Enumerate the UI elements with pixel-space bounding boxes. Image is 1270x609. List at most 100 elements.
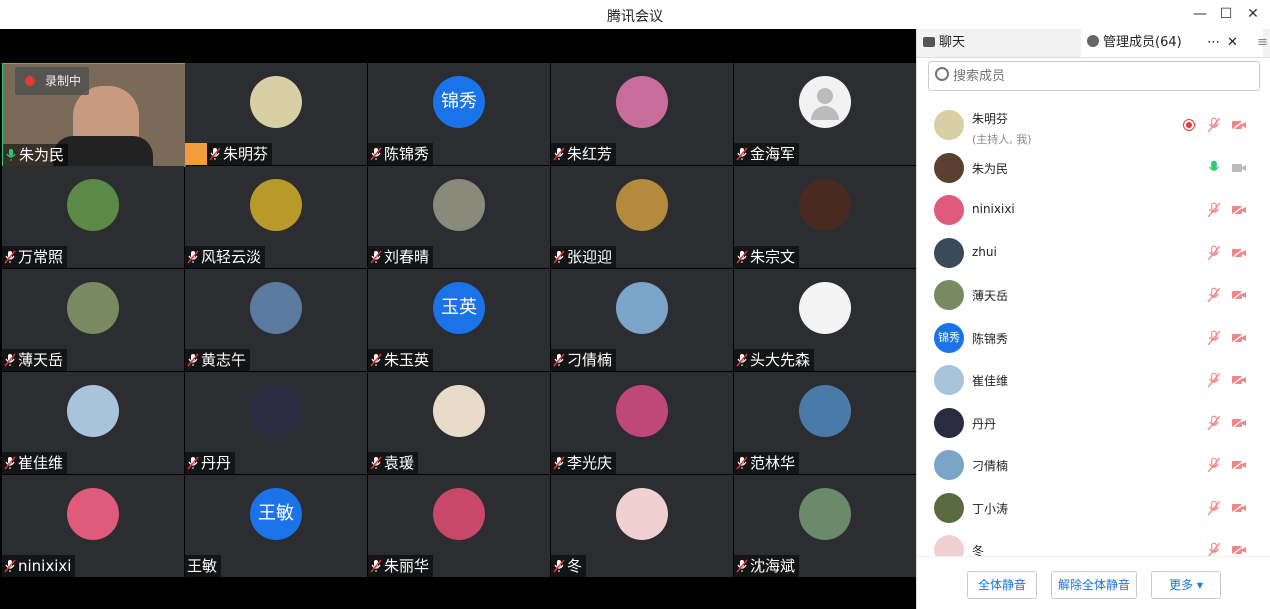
video-tile[interactable]: 金海军 [734,63,916,165]
close-panel-icon[interactable]: ✕ [1227,29,1238,57]
member-controls [1183,330,1253,348]
participant-name-tag: 丹丹 [185,452,236,474]
video-tile[interactable]: 范林华 [734,372,916,474]
camera-off-icon[interactable] [1231,374,1247,386]
video-tile[interactable]: 袁瑗 [368,372,550,474]
participant-name-tag: 黄志午 [185,349,251,371]
mic-muted-icon[interactable] [1207,372,1221,388]
member-row[interactable]: 朱明芬 (主持人, 我) [917,105,1270,147]
minimize-button[interactable]: — [1190,4,1210,24]
mic-muted-icon [736,147,748,161]
title-bar: 腾讯会议 — ☐ ✕ [0,0,1270,29]
more-options-icon[interactable]: ⋯ [1207,29,1220,57]
participant-avatar [799,179,851,231]
member-row[interactable]: 锦秀 陈锦秀 [917,318,1270,360]
member-row[interactable]: 丁小涛 [917,488,1270,530]
video-tile[interactable]: 风轻云淡 [185,166,367,268]
camera-off-icon[interactable] [1231,247,1247,259]
video-tile[interactable]: 崔佳维 [2,372,184,474]
mic-muted-icon[interactable] [1207,287,1221,303]
mic-muted-icon[interactable] [1207,202,1221,218]
mic-muted-icon[interactable] [1207,330,1221,346]
video-tile[interactable]: 朱明芬 [185,63,367,165]
recording-indicator[interactable]: 录制中 [15,67,89,95]
video-tile[interactable]: 万常照 [2,166,184,268]
participant-avatar: 玉英 [433,282,485,334]
member-row[interactable]: 丹丹 [917,403,1270,445]
video-tile[interactable]: 朱宗文 [734,166,916,268]
mic-muted-icon [187,250,199,264]
mute-all-button[interactable]: 全体静音 [967,571,1037,599]
video-tile[interactable]: 玉英 朱玉英 [368,269,550,371]
mic-muted-icon [553,559,565,573]
video-tile[interactable]: 朱丽华 [368,475,550,577]
mic-muted-icon[interactable] [1207,500,1221,516]
mic-muted-icon[interactable] [1207,117,1221,133]
member-name: zhui [972,244,997,259]
mic-muted-icon [209,147,221,161]
tab-chat[interactable]: 聊天 [923,29,965,57]
video-tile[interactable]: 刘春晴 [368,166,550,268]
video-tile[interactable]: 朱红芳 [551,63,733,165]
participant-name-tag: 袁瑗 [368,452,419,474]
video-tile[interactable]: 薄天岳 [2,269,184,371]
video-tile[interactable]: 李光庆 [551,372,733,474]
member-row[interactable]: zhui [917,233,1270,275]
camera-off-icon[interactable] [1231,544,1247,556]
participant-name-tag: 刁倩楠 [551,349,617,371]
window-title: 腾讯会议 [607,9,663,25]
video-tile[interactable]: 黄志午 [185,269,367,371]
mic-muted-icon [370,353,382,367]
participant-name: 王敏 [187,557,218,575]
mic-on-icon[interactable] [1207,160,1221,176]
mic-muted-icon[interactable] [1207,245,1221,261]
member-row[interactable]: 薄天岳 [917,275,1270,317]
member-name: 冬 [972,544,985,557]
member-row[interactable]: 冬 [917,530,1270,557]
participant-avatar [250,282,302,334]
maximize-button[interactable]: ☐ [1216,4,1236,24]
mic-muted-icon [370,559,382,573]
member-search[interactable] [928,61,1260,91]
video-tile[interactable]: 冬 [551,475,733,577]
tab-members-label: 管理成员(64) [1103,35,1182,50]
camera-off-icon[interactable] [1231,204,1247,216]
member-controls [1183,457,1253,475]
member-row[interactable]: ninixixi [917,190,1270,232]
search-input[interactable] [951,66,1255,86]
video-tile[interactable]: 沈海斌 [734,475,916,577]
camera-off-icon[interactable] [1231,417,1247,429]
mic-muted-icon[interactable] [1207,415,1221,431]
video-tile[interactable]: 王敏 王敏 [185,475,367,577]
camera-off-icon[interactable] [1231,289,1247,301]
close-button[interactable]: ✕ [1243,4,1263,24]
more-button[interactable]: 更多 ▾ [1151,571,1221,599]
menu-icon[interactable]: ≡ [1257,29,1268,57]
member-controls [1183,160,1253,178]
video-tile[interactable]: 刁倩楠 [551,269,733,371]
participant-name-tag: 朱宗文 [734,246,800,268]
unmute-all-button[interactable]: 解除全体静音 [1051,571,1137,599]
mic-muted-icon[interactable] [1207,542,1221,557]
member-avatar [934,407,964,438]
tab-members[interactable]: 管理成员(64) ⋯ ✕ [1081,29,1263,57]
member-row[interactable]: 刁倩楠 [917,445,1270,487]
mic-muted-icon [553,353,565,367]
video-tile[interactable]: 头大先森 [734,269,916,371]
recording-label: 录制中 [45,74,82,88]
member-row[interactable]: 崔佳维 [917,360,1270,402]
mic-muted-icon[interactable] [1207,457,1221,473]
member-avatar [934,195,964,225]
participant-name: 朱红芳 [567,145,613,163]
video-tile[interactable]: 张迎迎 [551,166,733,268]
video-tile[interactable]: 录制中 朱为民 [2,63,186,167]
video-tile[interactable]: 锦秀 陈锦秀 [368,63,550,165]
camera-off-icon[interactable] [1231,162,1247,174]
camera-off-icon[interactable] [1231,119,1247,131]
camera-off-icon[interactable] [1231,332,1247,344]
camera-off-icon[interactable] [1231,502,1247,514]
video-tile[interactable]: ninixixi [2,475,184,577]
video-tile[interactable]: 丹丹 [185,372,367,474]
member-row[interactable]: 朱为民 [917,148,1270,190]
camera-off-icon[interactable] [1231,459,1247,471]
